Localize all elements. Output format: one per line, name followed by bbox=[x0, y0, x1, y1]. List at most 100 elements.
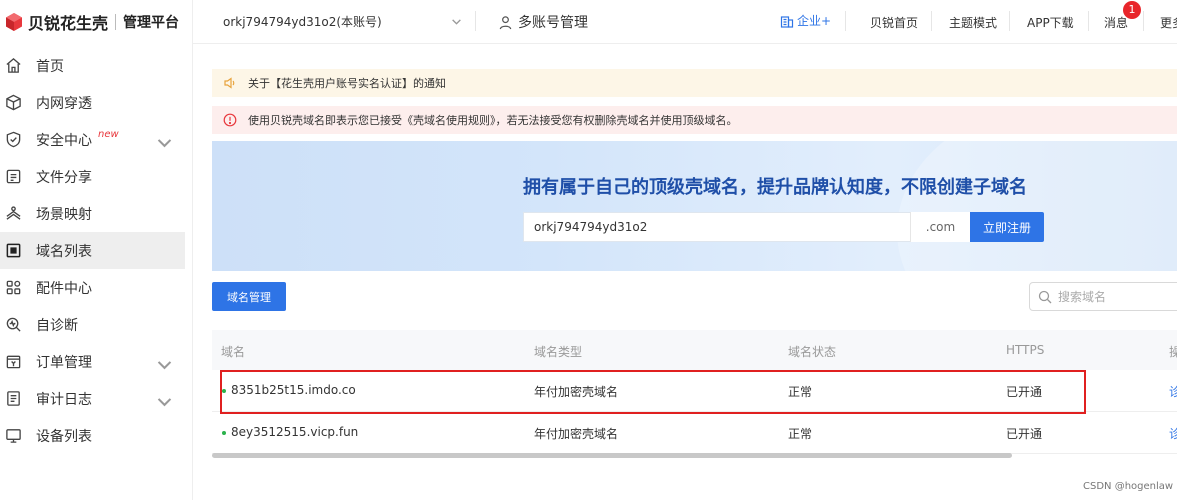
top-bar: orkj794794yd31o2(本账号) 多账号管理 企业+ 贝锐首页 主题模… bbox=[193, 0, 1177, 44]
sidebar-item-self-diagnosis[interactable]: 自诊断 bbox=[0, 306, 193, 343]
cell-https: 已开通 bbox=[1006, 427, 1043, 441]
multi-account-label: 多账号管理 bbox=[518, 15, 588, 31]
sidebar-item-label: 订单管理 bbox=[36, 354, 92, 371]
chevron-down-icon[interactable] bbox=[156, 393, 173, 410]
sidebar-item-orders[interactable]: 订单管理 bbox=[0, 343, 193, 380]
top-divider bbox=[1143, 11, 1144, 31]
monitor-icon bbox=[6, 429, 21, 443]
diagnose-icon bbox=[6, 317, 21, 332]
chevron-down-icon[interactable] bbox=[156, 134, 173, 151]
banner-title: 拥有属于自己的顶级壳域名，提升品牌认知度，不限创建子域名 bbox=[523, 177, 1027, 198]
cube-icon bbox=[6, 94, 21, 111]
shield-icon bbox=[6, 131, 21, 148]
search-icon bbox=[1038, 290, 1052, 303]
sidebar-item-audit-log[interactable]: 审计日志 bbox=[0, 380, 193, 417]
domain-suffix-select[interactable]: .com bbox=[910, 212, 970, 242]
brand-name: 贝锐花生壳 bbox=[28, 14, 109, 33]
sidebar-item-home[interactable]: 首页 bbox=[0, 47, 193, 84]
logo[interactable]: 贝锐花生壳 管理平台 bbox=[0, 0, 193, 44]
top-link-app-download[interactable]: APP下载 bbox=[1027, 14, 1074, 31]
domain-search-input[interactable]: 搜索域名 bbox=[1029, 282, 1177, 311]
sidebar-item-label: 内网穿透 bbox=[36, 95, 92, 112]
sidebar-item-scene-mapping[interactable]: 场景映射 bbox=[0, 195, 193, 232]
scene-icon bbox=[6, 206, 21, 220]
sidebar-item-file-share[interactable]: 文件分享 bbox=[0, 158, 193, 195]
grid-icon bbox=[6, 280, 21, 295]
notice-realname[interactable]: 关于【花生壳用户账号实名认证】的通知 bbox=[212, 69, 1177, 97]
domain-register-input[interactable]: orkj794794yd31o2 bbox=[523, 212, 971, 242]
notice-text: 使用贝锐壳域名即表示您已接受《壳域名使用规则》，若无法接受您有权删除壳域名并使用… bbox=[248, 114, 738, 127]
cell-https: 已开通 bbox=[1006, 385, 1043, 399]
table-row[interactable]: 8351b25t15.imdo.co 年付加密壳域名 正常 已开通 诊 bbox=[212, 370, 1177, 412]
chevron-down-icon[interactable] bbox=[451, 16, 462, 27]
top-divider bbox=[1009, 11, 1010, 31]
watermark: CSDN @hogenlaw bbox=[1083, 481, 1174, 492]
top-divider bbox=[931, 11, 932, 31]
col-header-status: 域名状态 bbox=[788, 345, 837, 359]
domain-manage-button[interactable]: 域名管理 bbox=[212, 282, 286, 311]
multi-account-button[interactable]: 多账号管理 bbox=[498, 12, 588, 32]
sidebar-item-label: 设备列表 bbox=[36, 428, 92, 445]
sidebar-item-accessories[interactable]: 配件中心 bbox=[0, 269, 193, 306]
status-dot bbox=[222, 431, 226, 435]
top-divider bbox=[1088, 11, 1089, 31]
file-share-icon bbox=[6, 169, 21, 184]
sidebar-item-devices[interactable]: 设备列表 bbox=[0, 417, 193, 454]
top-link-messages[interactable]: 消息 bbox=[1104, 14, 1128, 31]
order-icon bbox=[6, 355, 21, 369]
enterprise-link[interactable]: 企业+ bbox=[780, 12, 831, 29]
cell-status: 正常 bbox=[788, 427, 813, 441]
sidebar: 贝锐花生壳 管理平台 首页 内网穿透 安全中心 new 文件分享 场景映射 域名… bbox=[0, 0, 193, 500]
col-header-operation: 操 bbox=[1169, 345, 1177, 359]
sidebar-item-label: 域名列表 bbox=[36, 243, 92, 260]
sidebar-item-label: 首页 bbox=[36, 58, 64, 75]
col-header-type: 域名类型 bbox=[534, 345, 583, 359]
horizontal-scrollbar[interactable] bbox=[212, 453, 1012, 458]
table-row[interactable]: 8ey3512515.vicp.fun 年付加密壳域名 正常 已开通 诊 bbox=[212, 412, 1177, 454]
col-header-domain: 域名 bbox=[221, 345, 246, 359]
top-link-more[interactable]: 更多 bbox=[1160, 14, 1177, 31]
sidebar-item-security[interactable]: 安全中心 new bbox=[0, 121, 193, 158]
cell-type: 年付加密壳域名 bbox=[534, 385, 619, 399]
notice-shell-domain-rules: 使用贝锐壳域名即表示您已接受《壳域名使用规则》，若无法接受您有权删除壳域名并使用… bbox=[212, 106, 1177, 134]
top-divider bbox=[475, 11, 476, 31]
domain-table: 域名 域名类型 域名状态 HTTPS 操 8351b25t15.imdo.co … bbox=[212, 330, 1177, 454]
brand-logo-icon bbox=[6, 13, 22, 31]
logo-divider bbox=[115, 14, 117, 30]
cell-status: 正常 bbox=[788, 385, 813, 399]
sidebar-item-label: 自诊断 bbox=[36, 317, 78, 334]
col-header-https: HTTPS bbox=[1006, 343, 1045, 357]
enterprise-label: 企业+ bbox=[797, 14, 832, 28]
sidebar-item-label: 安全中心 bbox=[36, 132, 92, 149]
warning-icon bbox=[223, 113, 237, 127]
sidebar-nav: 首页 内网穿透 安全中心 new 文件分享 场景映射 域名列表 配件中心 自诊断… bbox=[0, 47, 193, 454]
chevron-down-icon[interactable] bbox=[156, 356, 173, 373]
home-icon bbox=[6, 58, 21, 73]
search-placeholder: 搜索域名 bbox=[1058, 290, 1107, 304]
domain-promo-banner: 拥有属于自己的顶级壳域名，提升品牌认知度，不限创建子域名 orkj794794y… bbox=[212, 141, 1177, 271]
banner-decoration bbox=[897, 141, 1177, 271]
diagnose-link[interactable]: 诊 bbox=[1169, 383, 1177, 400]
speaker-icon bbox=[224, 77, 235, 89]
cell-domain[interactable]: 8ey3512515.vicp.fun bbox=[231, 425, 358, 439]
sidebar-item-domain-list[interactable]: 域名列表 bbox=[0, 232, 185, 269]
sidebar-item-label: 文件分享 bbox=[36, 169, 92, 186]
top-link-theme-mode[interactable]: 主题模式 bbox=[949, 14, 997, 31]
register-now-button[interactable]: 立即注册 bbox=[970, 212, 1044, 242]
audit-icon bbox=[7, 391, 20, 406]
sidebar-item-label: 审计日志 bbox=[36, 391, 92, 408]
account-selector[interactable]: orkj794794yd31o2(本账号) bbox=[223, 13, 382, 30]
diagnose-link[interactable]: 诊 bbox=[1169, 425, 1177, 442]
cell-domain[interactable]: 8351b25t15.imdo.co bbox=[231, 383, 356, 397]
sidebar-item-intranet[interactable]: 内网穿透 bbox=[0, 84, 193, 121]
top-link-beirui-home[interactable]: 贝锐首页 bbox=[870, 14, 918, 31]
notice-text: 关于【花生壳用户账号实名认证】的通知 bbox=[248, 77, 446, 90]
domain-list-icon bbox=[6, 243, 21, 258]
new-badge: new bbox=[98, 129, 119, 140]
top-divider bbox=[845, 11, 846, 31]
sidebar-item-label: 配件中心 bbox=[36, 280, 92, 297]
sidebar-item-label: 场景映射 bbox=[36, 206, 92, 223]
status-dot bbox=[222, 389, 226, 393]
message-count-badge: 1 bbox=[1123, 1, 1141, 19]
user-icon bbox=[499, 15, 512, 29]
